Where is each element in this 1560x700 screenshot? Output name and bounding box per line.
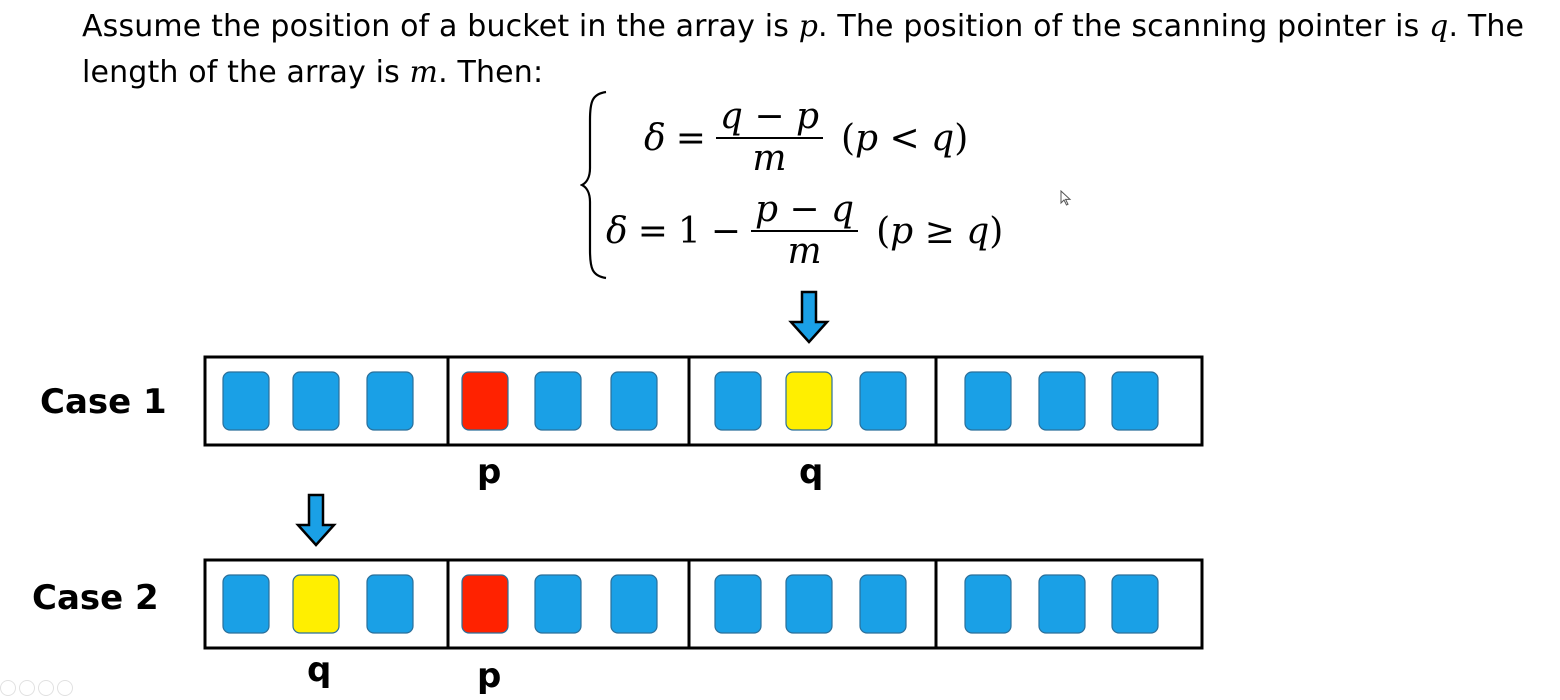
bucket-blue xyxy=(1111,371,1159,431)
bucket-blue xyxy=(610,574,658,634)
bucket-blue xyxy=(610,371,658,431)
pen-tool-icon[interactable] xyxy=(0,680,16,696)
bucket-blue xyxy=(859,574,907,634)
zoom-tool-icon[interactable] xyxy=(38,680,54,696)
bucket-red xyxy=(461,574,509,634)
bucket-red xyxy=(461,371,509,431)
bucket-blue xyxy=(1038,371,1086,431)
bucket-blue xyxy=(964,574,1012,634)
slides-tool-icon[interactable] xyxy=(19,680,35,696)
bucket-blue xyxy=(1038,574,1086,634)
more-tool-icon[interactable] xyxy=(57,680,73,696)
bucket-blue xyxy=(222,371,270,431)
bucket-array-diagram xyxy=(203,290,1204,650)
bucket-blue xyxy=(366,371,414,431)
bucket-blue xyxy=(859,371,907,431)
bucket-yellow xyxy=(785,371,833,431)
bucket-blue xyxy=(785,574,833,634)
bucket-blue xyxy=(714,574,762,634)
bucket-yellow xyxy=(292,574,340,634)
slide-toolbar[interactable] xyxy=(0,680,73,696)
cursor-icon xyxy=(1060,190,1072,206)
case-1-array xyxy=(203,290,1204,447)
bucket-blue xyxy=(222,574,270,634)
case-2-array xyxy=(203,493,1204,650)
down-arrow-icon xyxy=(295,493,337,547)
bucket-blue xyxy=(964,371,1012,431)
down-arrow-icon xyxy=(788,290,830,344)
bucket-blue xyxy=(714,371,762,431)
bucket-blue xyxy=(292,371,340,431)
bucket-blue xyxy=(366,574,414,634)
bucket-blue xyxy=(534,574,582,634)
bucket-blue xyxy=(1111,574,1159,634)
bucket-blue xyxy=(534,371,582,431)
